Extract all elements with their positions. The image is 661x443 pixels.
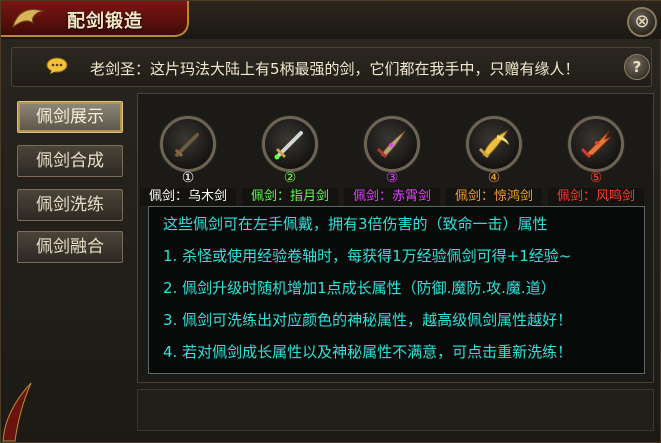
sword-number: ⑤ bbox=[589, 170, 603, 186]
corner-ornament-icon bbox=[2, 382, 32, 442]
sword-name: 佩剑：惊鸿剑 bbox=[446, 188, 542, 206]
crimson-sword-icon bbox=[376, 130, 406, 159]
info-rule-4: 4. 若对佩剑成长属性以及神秘属性不满意，可点击重新洗练！ bbox=[163, 343, 573, 361]
sword-slot-5[interactable]: ⑤ 佩剑：风鸣剑 bbox=[548, 114, 644, 206]
close-button[interactable]: ⊗ bbox=[627, 7, 657, 37]
speech-bubble-icon bbox=[46, 57, 68, 74]
title-tab: 配剑锻造 bbox=[1, 1, 189, 37]
forge-window: 配剑锻造 ⊗ 老剑圣：这片玛法大陆上有5柄最强的剑，它们都在我手中，只赠有缘人！… bbox=[0, 0, 661, 443]
sword-slot-1[interactable]: ① 佩剑：乌木剑 bbox=[140, 114, 236, 206]
sword-slot-4[interactable]: ④ 佩剑：惊鸿剑 bbox=[446, 114, 542, 206]
sword-info-box: 这些佩剑可在左手佩戴，拥有3倍伤害的（致命一击）属性 1. 杀怪或使用经验卷轴时… bbox=[148, 206, 645, 374]
sidebar-item-fusion[interactable]: 佩剑融合 bbox=[17, 231, 123, 263]
sidebar-item-showcase[interactable]: 佩剑展示 bbox=[17, 101, 123, 133]
info-rule-3: 3. 佩剑可洗练出对应颜色的神秘属性，越高级佩剑属性越好！ bbox=[163, 311, 573, 329]
sword-number: ② bbox=[283, 170, 297, 186]
sword-slot-3[interactable]: ③ 佩剑：赤霄剑 bbox=[344, 114, 440, 206]
info-intro: 这些佩剑可在左手佩戴，拥有3倍伤害的（致命一击）属性 bbox=[163, 215, 548, 233]
moon-sword-icon bbox=[274, 131, 303, 160]
bottom-bar bbox=[137, 389, 654, 431]
sidebar-item-refine[interactable]: 佩剑洗练 bbox=[17, 189, 123, 221]
help-button[interactable]: ? bbox=[624, 54, 650, 80]
info-rule-1: 1. 杀怪或使用经验卷轴时，每获得1万经验佩剑可得+1经验~ bbox=[163, 247, 572, 265]
npc-notice: 老剑圣：这片玛法大陆上有5柄最强的剑，它们都在我手中，只赠有缘人！ ? bbox=[11, 47, 652, 87]
sword-name: 佩剑：风鸣剑 bbox=[548, 188, 644, 206]
sword-number: ④ bbox=[487, 170, 501, 186]
window-title: 配剑锻造 bbox=[67, 11, 143, 32]
sword-number: ① bbox=[181, 170, 195, 186]
sword-icon-frame bbox=[466, 116, 522, 172]
sword-name: 佩剑：指月剑 bbox=[242, 188, 338, 206]
sword-slot-2[interactable]: ② 佩剑：指月剑 bbox=[242, 114, 338, 206]
notice-text: 老剑圣：这片玛法大陆上有5柄最强的剑，它们都在我手中，只赠有缘人！ bbox=[90, 60, 580, 78]
ebony-sword-icon bbox=[174, 133, 199, 158]
sword-name: 佩剑：赤霄剑 bbox=[344, 188, 440, 206]
sword-icon-frame bbox=[160, 116, 216, 172]
sword-icon-frame bbox=[262, 116, 318, 172]
dragon-ornament-icon bbox=[12, 9, 45, 29]
sword-icon-frame bbox=[364, 116, 420, 172]
sidebar: 佩剑展示 佩剑合成 佩剑洗练 佩剑融合 bbox=[11, 93, 131, 423]
startle-sword-icon bbox=[478, 129, 509, 159]
title-bar: 配剑锻造 ⊗ bbox=[1, 1, 661, 39]
sword-showcase-panel: ① 佩剑：乌木剑 ② 佩剑：指月剑 ③ 佩剑：赤霄剑 ④ 佩剑：惊鸿剑 ⑤ 佩剑… bbox=[137, 93, 654, 383]
wind-sword-icon bbox=[580, 130, 612, 159]
sword-name: 佩剑：乌木剑 bbox=[140, 188, 236, 206]
info-rule-2: 2. 佩剑升级时随机增加1点成长属性（防御.魔防.攻.魔.道） bbox=[163, 279, 556, 297]
sidebar-item-synthesis[interactable]: 佩剑合成 bbox=[17, 145, 123, 177]
sword-icon-frame bbox=[568, 116, 624, 172]
sword-number: ③ bbox=[385, 170, 399, 186]
